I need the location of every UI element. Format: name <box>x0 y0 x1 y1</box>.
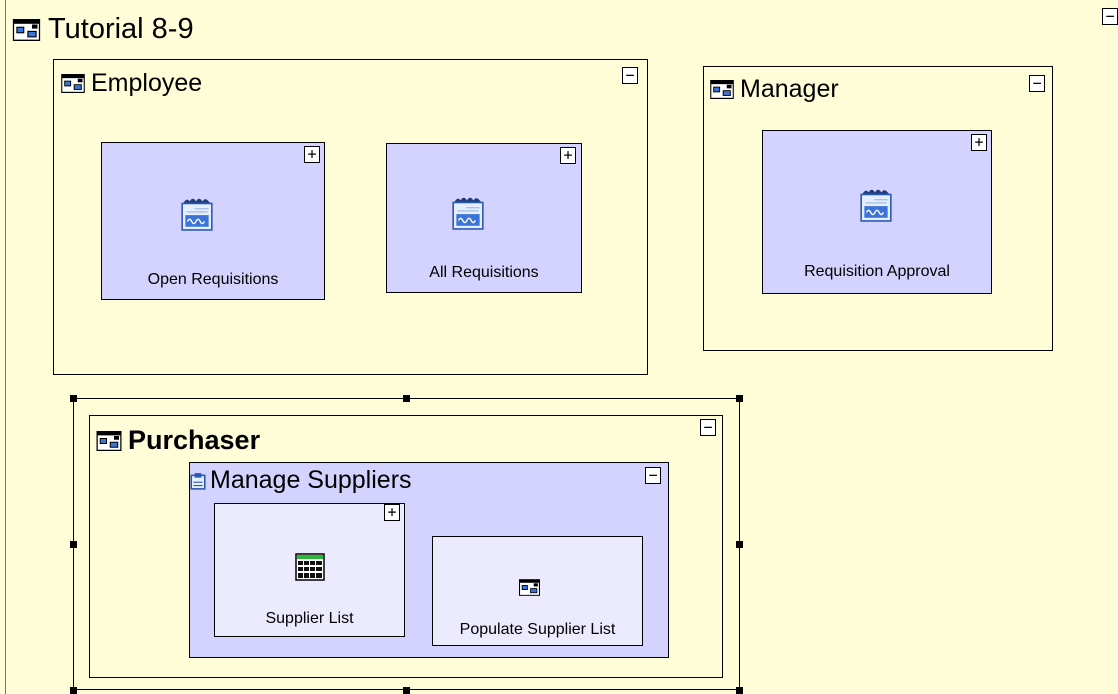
supplier-list-expand-button[interactable]: + <box>384 504 400 521</box>
subframe-manage-suppliers[interactable]: Manage Suppliers − + Supplier List Popul… <box>189 462 669 658</box>
diagram-title-text: Tutorial 8-9 <box>48 13 194 45</box>
frame-icon <box>710 80 734 99</box>
frame-purchaser-title: Purchaser <box>96 425 260 456</box>
frame-manager-label: Manager <box>740 75 839 103</box>
all-requisitions-expand-button[interactable]: + <box>560 147 576 164</box>
diagram-title: Tutorial 8-9 <box>12 13 194 46</box>
resize-handle[interactable] <box>403 687 410 694</box>
resize-handle[interactable] <box>403 395 410 402</box>
subframe-icon <box>190 472 206 490</box>
resize-handle[interactable] <box>70 395 77 402</box>
frame-employee-label: Employee <box>91 69 203 97</box>
subframe-label: Manage Suppliers <box>210 466 412 494</box>
open-requisitions-expand-button[interactable]: + <box>304 146 320 163</box>
table-icon <box>295 553 325 581</box>
page-label: Populate Supplier List <box>459 621 616 638</box>
frame-purchaser-label: Purchaser <box>128 425 261 455</box>
resize-handle[interactable] <box>736 395 743 402</box>
subframe-title: Manage Suppliers <box>190 466 412 495</box>
frame-employee[interactable]: Employee − + Open Requisitions + All Req… <box>53 59 648 375</box>
resize-handle[interactable] <box>736 687 743 694</box>
frame-purchaser[interactable]: Purchaser − Manage Suppliers − + Supplie… <box>89 415 723 678</box>
frame-icon <box>12 19 41 41</box>
page-requisition-approval[interactable]: + Requisition Approval <box>762 130 992 294</box>
resize-handle[interactable] <box>70 687 77 694</box>
frame-manager[interactable]: Manager − + Requisition Approval <box>703 66 1053 351</box>
page-supplier-list[interactable]: + Supplier List <box>214 503 405 637</box>
page-label: All Requisitions <box>429 264 539 281</box>
page-label: Requisition Approval <box>804 263 950 280</box>
resize-handle[interactable] <box>736 541 743 548</box>
page-populate-supplier-list[interactable]: Populate Supplier List <box>432 536 643 646</box>
left-scrollbar[interactable] <box>0 0 6 694</box>
requisition-approval-expand-button[interactable]: + <box>971 134 987 151</box>
frame-employee-title: Employee <box>61 69 202 98</box>
report-icon <box>180 195 214 231</box>
purchaser-collapse-button[interactable]: − <box>700 419 716 436</box>
page-label: Supplier List <box>265 610 354 627</box>
manage-suppliers-collapse-button[interactable]: − <box>645 467 661 484</box>
manager-collapse-button[interactable]: − <box>1029 75 1045 92</box>
resize-handle[interactable] <box>70 541 77 548</box>
page-open-requisitions[interactable]: + Open Requisitions <box>101 142 325 300</box>
page-all-requisitions[interactable]: + All Requisitions <box>386 143 582 293</box>
frame-icon <box>519 579 540 596</box>
employee-collapse-button[interactable]: − <box>622 67 638 84</box>
report-icon <box>859 186 893 222</box>
report-icon <box>451 194 485 230</box>
frame-icon <box>96 431 122 451</box>
frame-manager-title: Manager <box>710 75 839 104</box>
root-collapse-button[interactable]: − <box>1102 8 1118 25</box>
page-label: Open Requisitions <box>147 271 279 288</box>
frame-icon <box>61 74 85 93</box>
